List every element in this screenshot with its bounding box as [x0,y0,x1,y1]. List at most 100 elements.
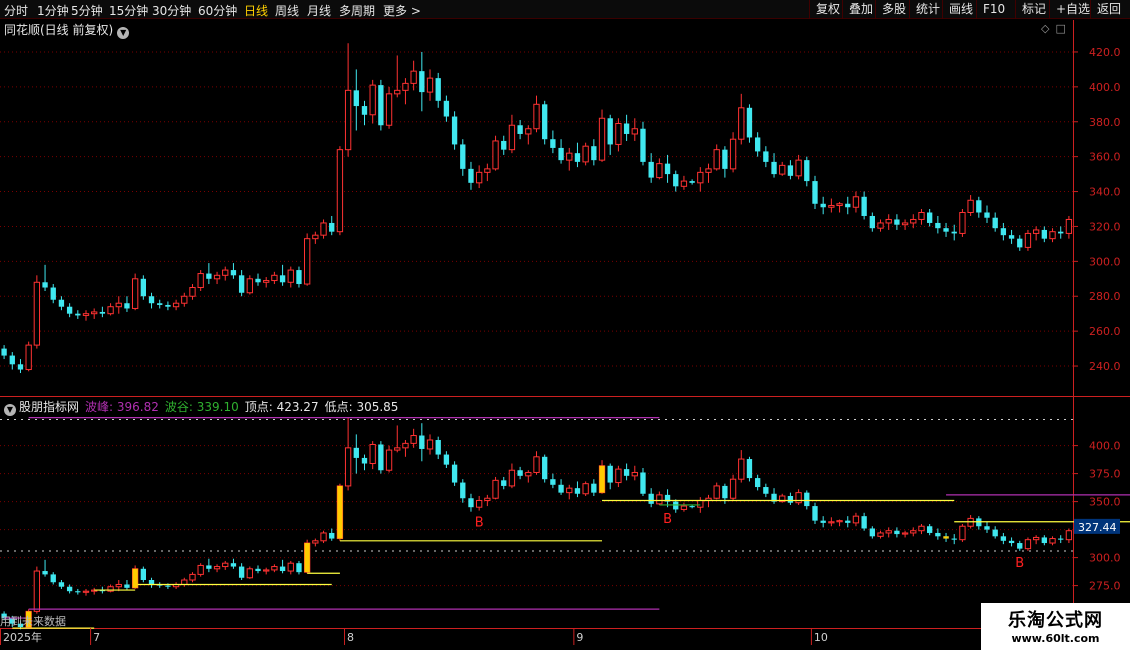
indicator-candle [550,479,556,485]
price-candle [852,196,860,208]
indicator-candle [542,456,548,480]
price-candle [976,200,982,213]
indicator-candle [42,571,48,575]
indicator-candle [992,529,998,537]
indicator-field-1: 波谷: 339.10 [164,400,239,414]
indicator-candle [984,526,990,530]
price-candle [779,164,786,175]
indicator-candle [508,469,516,487]
price-candle [943,228,949,232]
price-candle [615,123,622,145]
indicator-candle [763,487,769,494]
price-candle [550,139,556,148]
main-tick-label: 400.0 [1089,81,1121,94]
price-candle [763,151,769,162]
price-candle [279,275,286,283]
main-tick-label: 360.0 [1089,151,1121,164]
indicator-tick-label: 350.0 [1089,496,1121,509]
price-candle [476,171,483,184]
indicator-candle [75,591,81,593]
price-candle [303,238,311,285]
main-tick-label: 260.0 [1089,325,1121,338]
indicator-candle [426,439,434,450]
price-candle [1000,228,1007,236]
chevron-down-icon[interactable]: ▼ [4,404,16,416]
x-axis-label: 7 [93,631,100,644]
price-candle [828,205,835,208]
price-candle [385,93,393,126]
indicator-candle [951,538,957,540]
indicator-candle [206,565,212,569]
indicator-candle [33,570,41,612]
price-candle [501,140,507,150]
indicator-candle [58,582,65,587]
price-candle [230,270,237,276]
indicator-candle [722,485,728,499]
indicator-candle [558,484,564,493]
indicator-candle [312,540,319,544]
price-candle [181,295,188,304]
price-candle [91,311,98,315]
price-candle [722,149,728,169]
price-candle [82,313,90,316]
price-candle [42,282,48,288]
price-candle [558,147,564,161]
price-candle [1024,232,1032,248]
indicator-candle [869,528,875,537]
indicator-candle [959,525,966,541]
price-candle [1,348,7,356]
price-candle [680,180,688,187]
price-candle [255,278,261,283]
indicator-candle [1032,536,1040,541]
stock-chart-app: 分时 1分钟 5分钟 15分钟 30分钟 60分钟 日线 周线 月线 多周期 更多 > 复权 叠加 多股统… [0,0,1130,650]
indicator-candle [82,590,90,593]
indicator-candle [189,573,196,581]
price-candle [336,149,344,233]
price-candle [869,215,875,229]
indicator-candle [378,444,384,471]
price-candle [296,270,302,285]
indicator-candle [419,435,425,449]
price-candle [263,280,270,283]
indicator-candle [1065,530,1073,541]
indicator-candle [443,454,450,465]
indicator-candle [812,506,818,521]
price-candle [664,163,671,175]
price-candle [877,222,884,229]
price-candle [591,146,597,161]
indicator-candle [836,520,843,523]
price-candle [271,274,278,282]
price-candle [1032,229,1040,234]
indicator-candle [124,584,130,588]
price-candle [582,145,589,163]
indicator-candle [828,521,835,524]
indicator-candle [50,574,56,583]
indicator-candle [492,479,499,499]
price-candle [607,118,613,145]
indicator-candle [910,530,917,534]
price-candle [287,269,294,283]
indicator-candle [287,562,294,572]
buy-signal-label: B [475,516,484,531]
indicator-candle [296,563,302,573]
price-candle [361,106,368,115]
price-candle [771,161,777,175]
price-candle [812,181,818,204]
chart-canvas[interactable]: 240.0 260.0 280.0 300.0 320.0 340.0 360.0 380.0… [0,0,1130,650]
price-candle [705,168,712,173]
indicator-candle [1008,540,1015,544]
price-candle [992,217,998,229]
price-candle [1041,229,1047,239]
price-candle [222,269,229,276]
price-candle [426,77,434,93]
signal-bar [599,465,605,493]
price-candle [1065,218,1073,234]
indicator-candle [861,516,867,529]
price-candle [804,160,810,182]
indicator-candle [648,493,654,504]
indicator-tick-label: 375.0 [1089,468,1121,481]
indicator-candle [615,468,622,484]
price-candle [1058,231,1064,234]
indicator-candle [361,457,368,464]
price-candle [213,274,221,280]
